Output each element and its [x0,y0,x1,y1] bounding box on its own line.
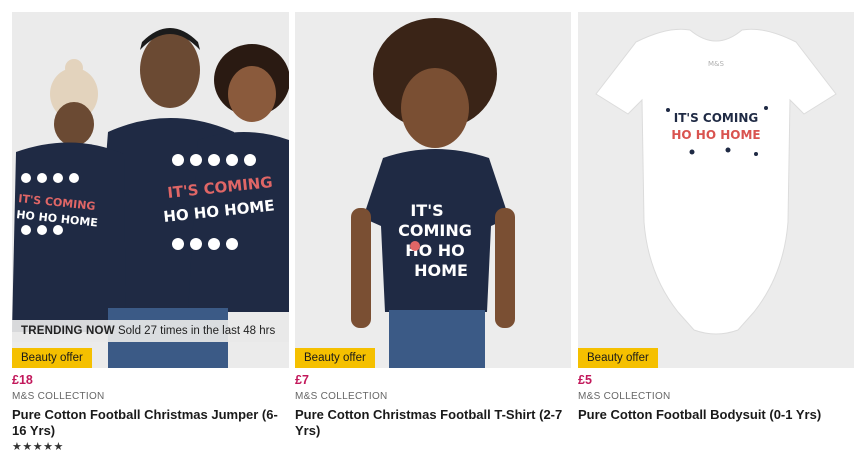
product-price: £5 [578,373,592,387]
product-image-bodysuit[interactable]: M&S IT'S COMING HO HO HOME Beauty offer [578,12,854,368]
offer-badge: Beauty offer [578,348,658,368]
product-price: £18 [12,373,33,387]
tshirt-print-line4: HOME [414,261,468,280]
offer-badge: Beauty offer [295,348,375,368]
offer-badge: Beauty offer [12,348,92,368]
trending-text: Sold 27 times in the last 48 hrs [117,325,276,337]
product-card[interactable]: M&S IT'S COMING HO HO HOME Beauty offer … [578,12,854,423]
product-image-tshirt[interactable]: IT'S COMING HO HO HOME Beauty offer [295,12,571,368]
bodysuit-print-line1: IT'S COMING [674,111,758,125]
product-brand: M&S COLLECTION [295,391,388,402]
product-title-link[interactable]: Pure Cotton Football Bodysuit (0-1 Yrs) [578,407,854,423]
product-brand: M&S COLLECTION [578,391,671,402]
trending-label: TRENDING NOW [21,325,115,337]
tshirt-print-line1: IT'S [410,201,443,220]
bodysuit-print-line2: HO HO HOME [671,128,760,142]
product-card[interactable]: IT'S COMING HO HO HOME IT'S COMING HO HO… [12,12,289,453]
product-brand: M&S COLLECTION [12,391,105,402]
product-price: £7 [295,373,309,387]
product-image-jumper[interactable]: IT'S COMING HO HO HOME IT'S COMING HO HO… [12,12,289,368]
product-title-link[interactable]: Pure Cotton Christmas Football T-Shirt (… [295,407,571,439]
bodysuit-neck-label: M&S [708,60,724,68]
tshirt-print-line2: COMING [398,221,472,240]
product-title-link[interactable]: Pure Cotton Football Christmas Jumper (6… [12,407,289,439]
product-card[interactable]: IT'S COMING HO HO HOME Beauty offer £7 M… [295,12,571,439]
trending-banner: TRENDING NOW Sold 27 times in the last 4… [12,320,289,342]
star-rating: ★★★★★ [12,441,64,453]
